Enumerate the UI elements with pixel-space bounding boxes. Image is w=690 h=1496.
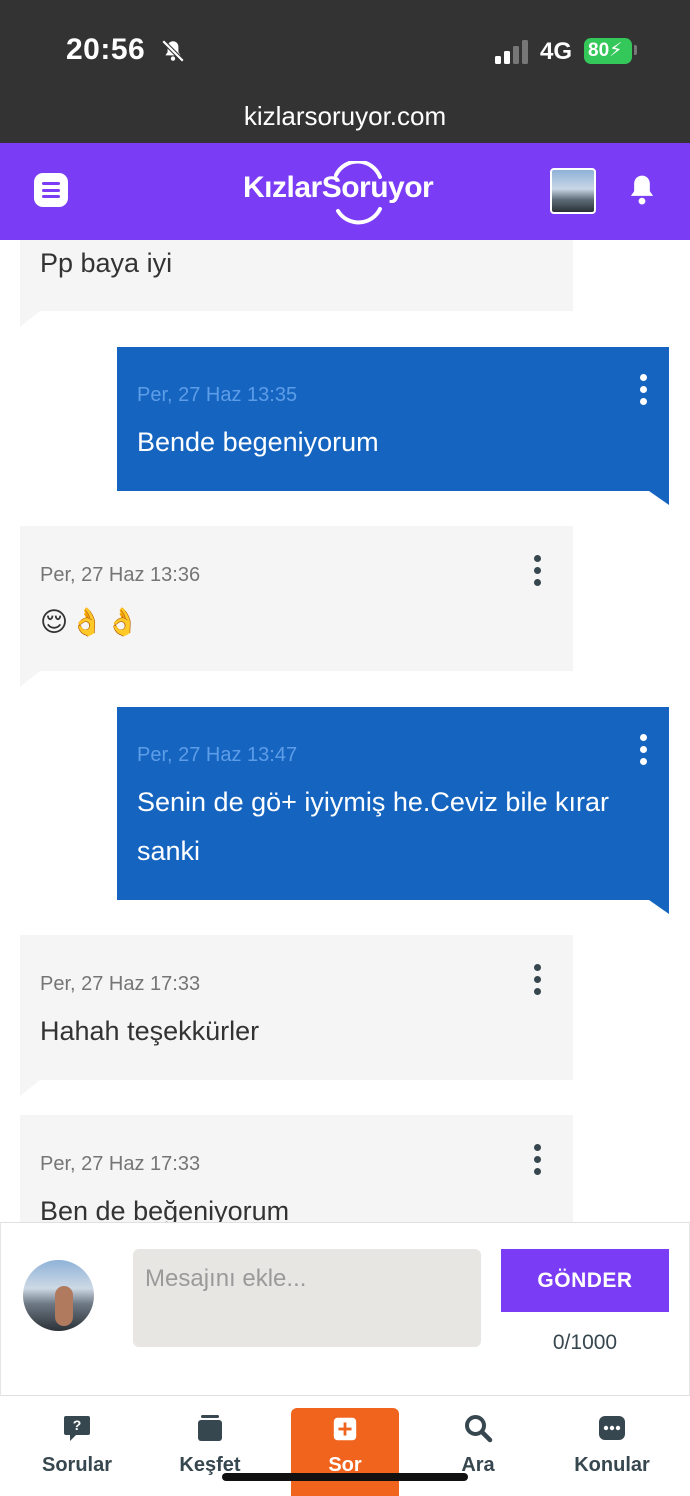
bubble-tail	[20, 311, 40, 327]
nav-konular[interactable]: Konular	[552, 1397, 672, 1496]
nav-ara[interactable]: Ara	[418, 1397, 538, 1496]
nav-sorular[interactable]: ? Sorular	[17, 1397, 137, 1496]
message-composer: GÖNDER 0/1000	[0, 1222, 690, 1396]
user-avatar[interactable]	[550, 168, 596, 214]
bubble-tail	[20, 671, 40, 687]
dots-bubble-icon	[599, 1416, 625, 1440]
nav-sor[interactable]: Sor	[291, 1408, 399, 1496]
message-time: Per, 27 Haz 17:33	[40, 973, 201, 995]
cards-icon	[198, 1415, 222, 1441]
nav-label: Sorular	[41, 1454, 113, 1476]
char-counter: 0/1000	[552, 1331, 618, 1354]
menu-icon[interactable]	[34, 173, 68, 207]
nav-label: Konular	[574, 1454, 650, 1476]
status-time: 20:56	[66, 33, 146, 66]
message-input[interactable]	[133, 1249, 481, 1347]
message-outgoing: Per, 27 Haz 13:47 Senin de gö+ iyiymiş h…	[117, 707, 669, 914]
chat-thread[interactable]: Pp baya iyi Per, 27 Haz 13:35 Bende bege…	[0, 240, 690, 1222]
search-icon	[465, 1415, 493, 1443]
battery-cap	[634, 45, 637, 55]
url-text: kizlarsoruyor.com	[243, 101, 447, 131]
message-outgoing: Per, 27 Haz 13:35 Bende begeniyorum	[117, 347, 669, 505]
message-text: Ben de beğeniyorum	[40, 1196, 290, 1222]
nav-kesfet[interactable]: Keşfet	[150, 1397, 270, 1496]
question-bubble-icon: ?	[64, 1416, 90, 1441]
message-time: Per, 27 Haz 13:35	[137, 384, 298, 406]
message-text: Pp baya iyi	[40, 248, 173, 278]
bottom-nav: ? Sorular Keşfet Sor Ara Konular	[0, 1397, 690, 1496]
home-indicator	[222, 1473, 468, 1481]
message-text: Hahah teşekkürler	[40, 1016, 260, 1046]
message-incoming: Per, 27 Haz 17:33 Ben de beğeniyorum	[20, 1115, 573, 1222]
message-time: Per, 27 Haz 13:36	[40, 564, 201, 586]
plus-square-icon	[333, 1417, 357, 1441]
status-bar: 20:56 4G 80⚡	[0, 0, 690, 100]
message-time: Per, 27 Haz 13:47	[137, 744, 298, 766]
message-incoming: Per, 27 Haz 17:33 Hahah teşekkürler	[20, 935, 573, 1096]
svg-text:?: ?	[73, 1417, 82, 1433]
battery-charging-icon: 80⚡	[584, 38, 632, 64]
signal-icon	[495, 40, 529, 64]
battery-level: 80	[588, 40, 610, 61]
more-options-icon[interactable]	[639, 734, 649, 768]
bubble-tail	[649, 900, 669, 914]
site-header: KızlarSoruyor	[0, 143, 690, 240]
bubble-tail	[649, 491, 669, 505]
message-text: Bende begeniyorum	[137, 427, 379, 457]
more-options-icon[interactable]	[533, 555, 543, 589]
message-text: 😌👌👌	[40, 607, 142, 638]
bell-icon[interactable]	[626, 173, 658, 207]
message-text: Senin de gö+ iyiymiş he.Ceviz bile kırar…	[137, 787, 609, 866]
url-bar[interactable]: kizlarsoruyor.com	[0, 100, 690, 143]
network-label: 4G	[540, 38, 573, 65]
message-incoming: Pp baya iyi	[20, 240, 573, 327]
logo-swoosh-icon	[334, 161, 382, 225]
message-time: Per, 27 Haz 17:33	[40, 1153, 201, 1175]
more-options-icon[interactable]	[639, 374, 649, 408]
bell-slash-icon	[161, 39, 185, 63]
send-button[interactable]: GÖNDER	[501, 1249, 669, 1312]
more-options-icon[interactable]	[533, 1144, 543, 1178]
composer-avatar	[23, 1260, 94, 1331]
bubble-tail	[20, 1080, 40, 1096]
message-incoming: Per, 27 Haz 13:36 😌👌👌	[20, 526, 573, 687]
more-options-icon[interactable]	[533, 964, 543, 998]
